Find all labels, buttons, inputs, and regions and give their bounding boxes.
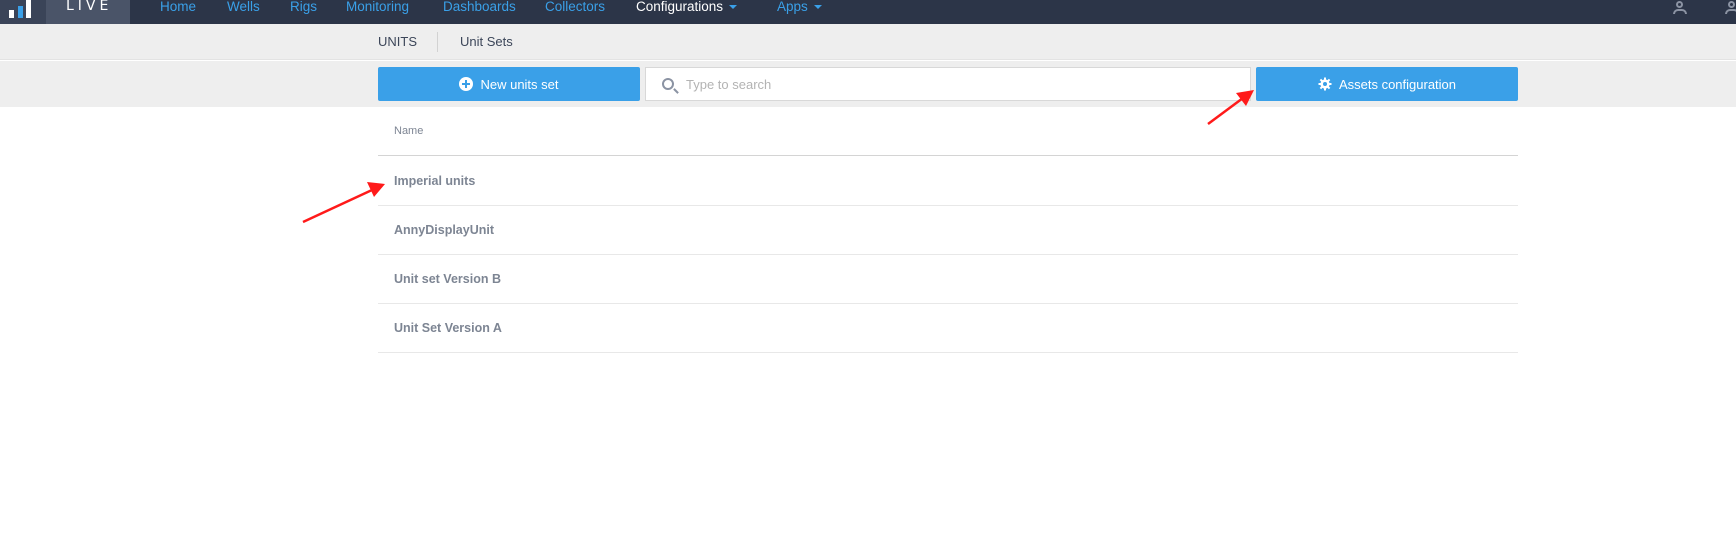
arrow-to-assets-configuration	[1207, 90, 1254, 126]
annotation-arrows	[302, 90, 1254, 224]
arrow-to-imperial-units	[302, 182, 385, 224]
